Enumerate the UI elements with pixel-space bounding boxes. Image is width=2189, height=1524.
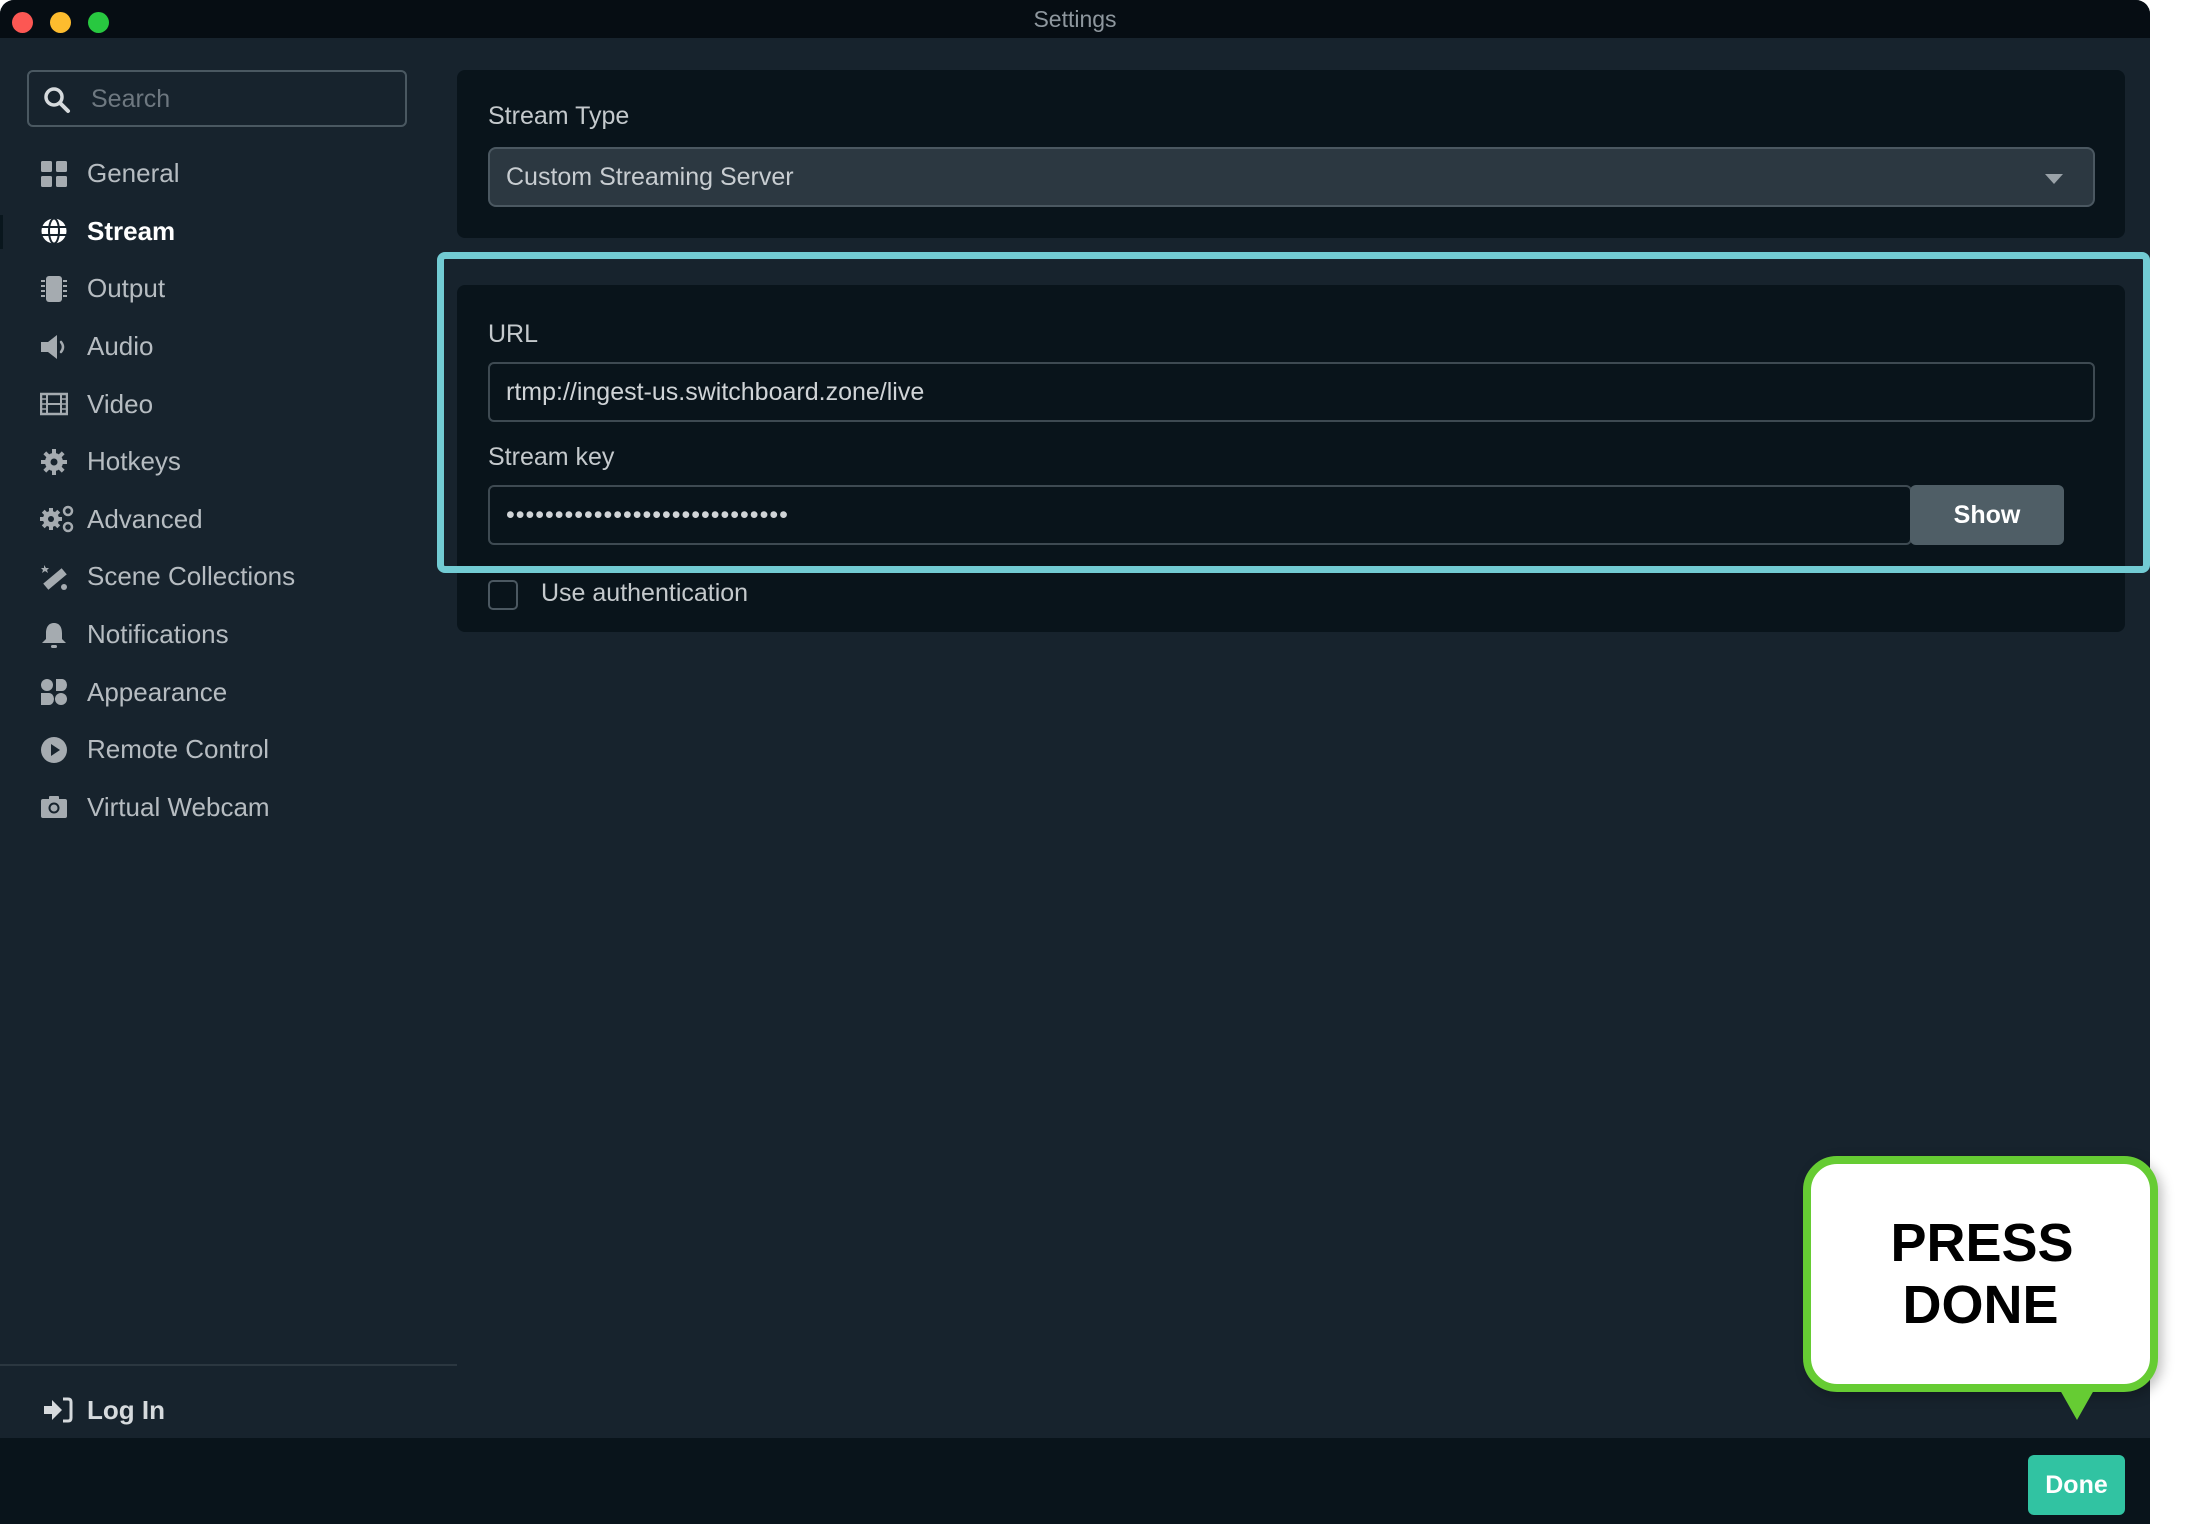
grid-icon: [41, 160, 67, 187]
sidebar-item-label: Appearance: [87, 676, 228, 707]
log-in-button[interactable]: Log In: [0, 1388, 300, 1432]
search-input[interactable]: [89, 72, 393, 127]
gear-icon: [41, 448, 67, 475]
sidebar-item-advanced[interactable]: Advanced: [0, 491, 457, 549]
use-authentication-label: Use authentication: [541, 579, 749, 607]
sidebar-item-output[interactable]: Output: [0, 260, 457, 318]
log-in-label: Log In: [87, 1394, 165, 1425]
film-icon: [40, 392, 68, 416]
chevron-down-icon: [2045, 174, 2063, 184]
gears-icon: [40, 506, 74, 533]
stream-type-card: Stream Type Custom Streaming Server: [457, 70, 2125, 238]
magic-wand-icon: [41, 564, 67, 590]
tutorial-callout: PRESS DONE: [1803, 1156, 2158, 1392]
use-authentication-checkbox[interactable]: [488, 580, 518, 610]
search-box[interactable]: [27, 70, 407, 127]
sidebar-item-notifications[interactable]: Notifications: [0, 606, 457, 664]
sidebar-item-label: General: [87, 158, 180, 189]
sidebar-item-label: Hotkeys: [87, 446, 181, 477]
stream-key-label: Stream key: [488, 443, 615, 471]
sidebar-item-video[interactable]: Video: [0, 375, 457, 433]
bell-icon: [42, 622, 66, 648]
shapes-icon: [41, 679, 67, 706]
sidebar-item-label: Scene Collections: [87, 561, 296, 592]
sidebar-item-label: Video: [87, 388, 154, 419]
stream-type-value: Custom Streaming Server: [506, 163, 794, 191]
url-input[interactable]: [488, 362, 2095, 422]
stream-type-dropdown[interactable]: Custom Streaming Server: [488, 147, 2095, 207]
speaker-icon: [41, 334, 65, 359]
sidebar-item-label: Stream: [87, 215, 176, 246]
chip-icon: [41, 275, 67, 302]
sidebar-item-virtual-webcam[interactable]: Virtual Webcam: [0, 779, 457, 837]
stream-key-input[interactable]: [488, 485, 1912, 545]
footer-bar: Done: [0, 1438, 2150, 1524]
callout-text: PRESS DONE: [1890, 1213, 2074, 1335]
sidebar-divider: [0, 1364, 457, 1366]
stream-type-label: Stream Type: [488, 102, 630, 130]
settings-nav: General Stream Output Audio Video Hotkey…: [0, 145, 457, 836]
url-label: URL: [488, 320, 539, 348]
title-bar: Settings: [0, 0, 2150, 38]
sidebar-item-label: Notifications: [87, 619, 229, 650]
search-icon: [44, 87, 70, 113]
window-title: Settings: [1033, 6, 1117, 32]
sidebar-item-label: Output: [87, 273, 166, 304]
callout-pointer: [2060, 1390, 2094, 1420]
sidebar-item-label: Audio: [87, 331, 154, 362]
sidebar-item-label: Advanced: [87, 503, 203, 534]
sidebar-item-appearance[interactable]: Appearance: [0, 663, 457, 721]
sidebar-item-remote-control[interactable]: Remote Control: [0, 721, 457, 779]
sidebar-item-general[interactable]: General: [0, 145, 457, 203]
server-settings-card: URL Stream key Show Use authentication: [457, 285, 2125, 632]
play-circle-icon: [41, 736, 67, 763]
globe-icon: [41, 217, 67, 245]
show-stream-key-button[interactable]: Show: [1910, 485, 2064, 545]
done-button[interactable]: Done: [2028, 1455, 2125, 1515]
sidebar-item-scene-collections[interactable]: Scene Collections: [0, 548, 457, 606]
camera-icon: [41, 796, 67, 819]
login-arrow-icon: [44, 1397, 73, 1423]
sidebar-item-hotkeys[interactable]: Hotkeys: [0, 433, 457, 491]
sidebar-item-label: Remote Control: [87, 734, 270, 765]
settings-sidebar: General Stream Output: [0, 38, 457, 1438]
sidebar-item-stream[interactable]: Stream: [0, 203, 457, 261]
sidebar-item-audio[interactable]: Audio: [0, 318, 457, 376]
sidebar-item-label: Virtual Webcam: [87, 791, 270, 822]
